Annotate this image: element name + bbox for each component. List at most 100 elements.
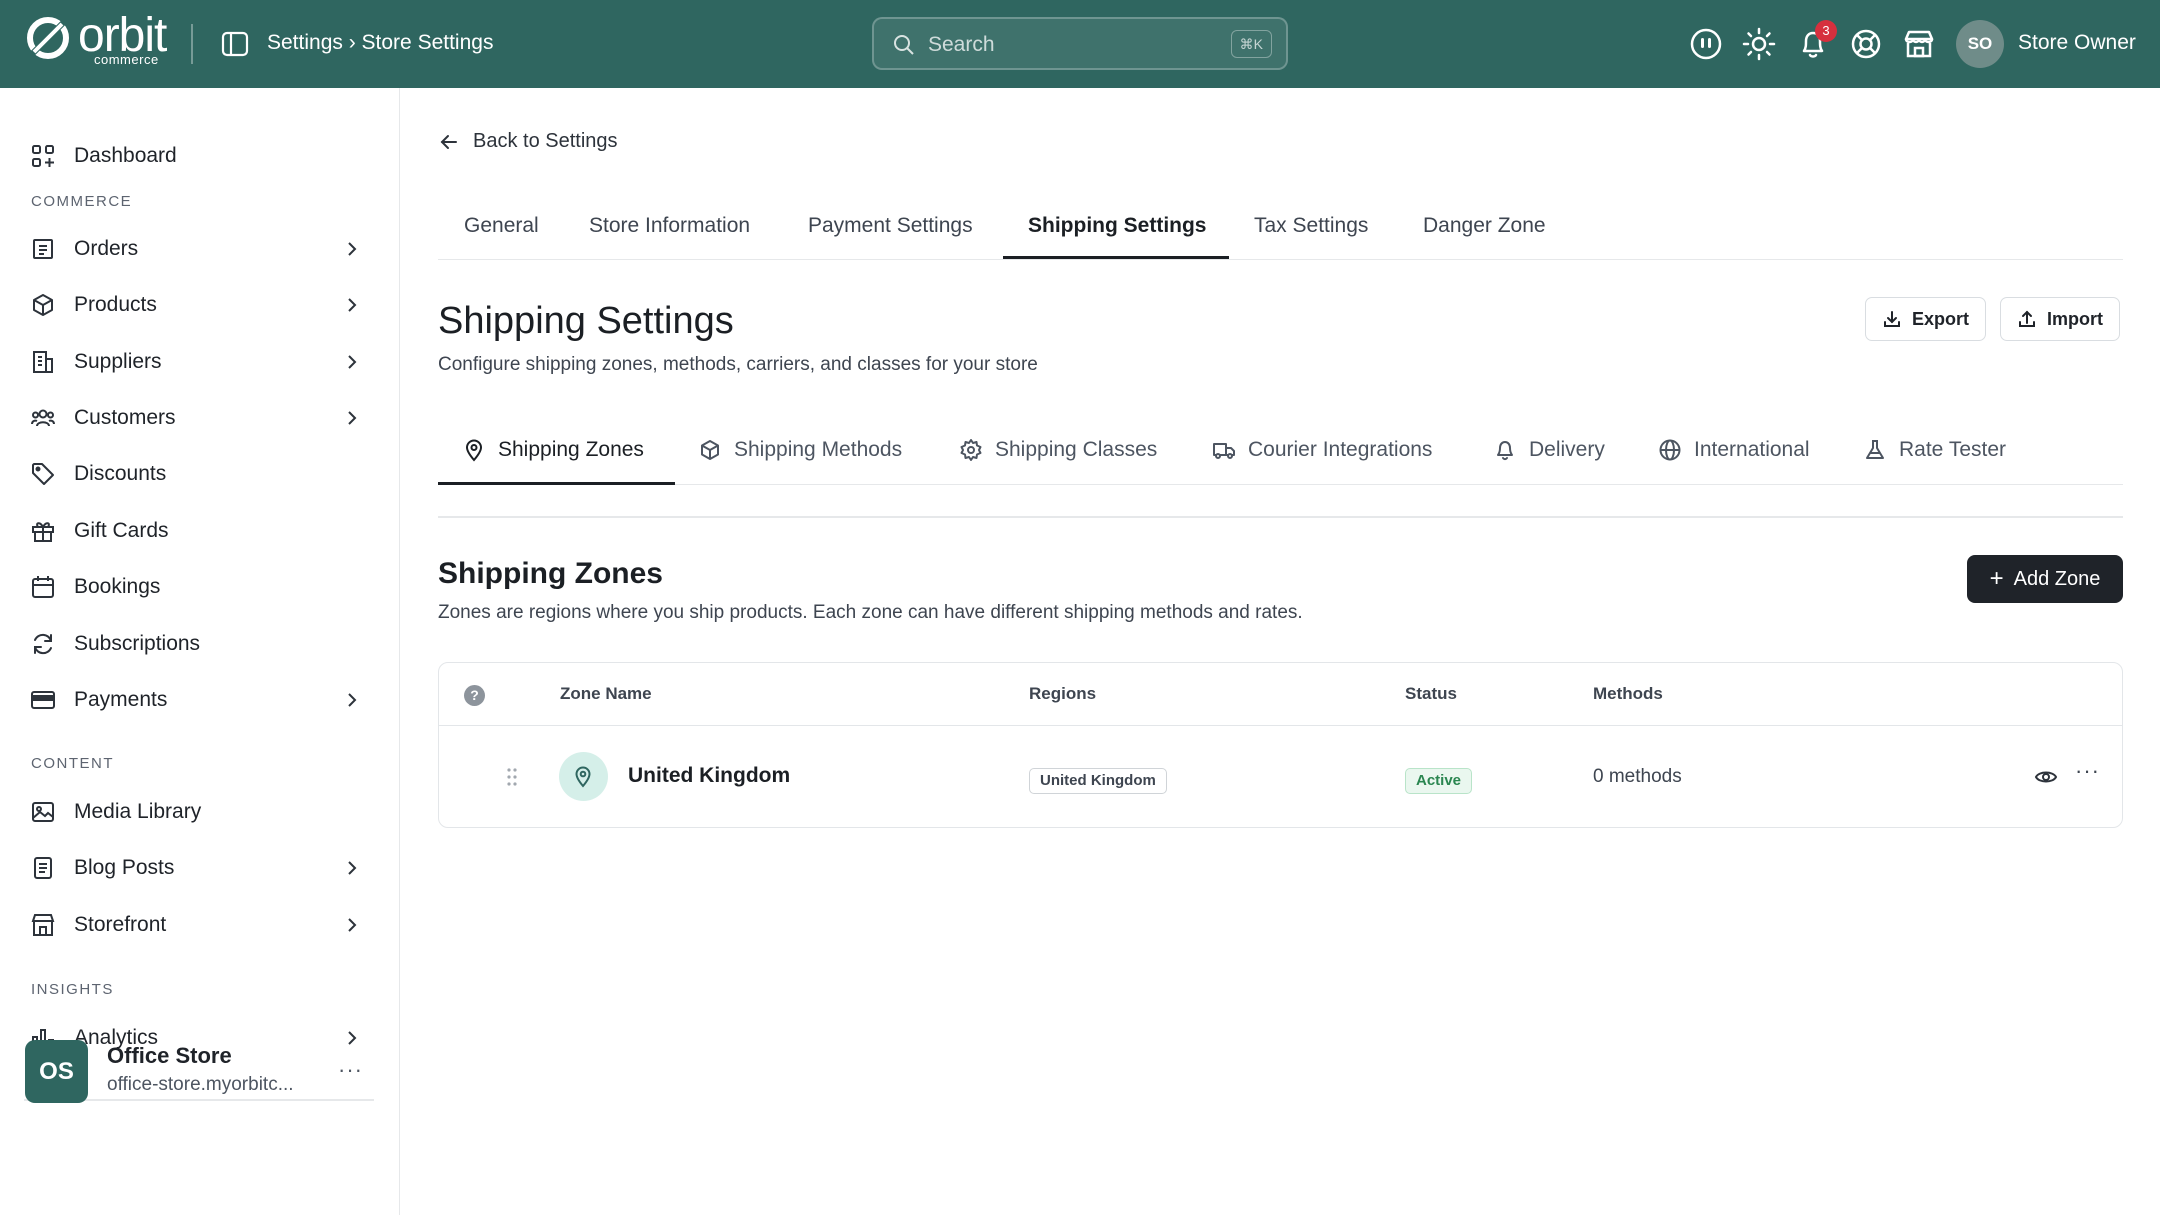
sidebar-item-discounts[interactable]: Discounts xyxy=(30,454,370,494)
sidebar-item-subscriptions[interactable]: Subscriptions xyxy=(30,624,370,664)
document-icon xyxy=(34,857,52,879)
plus-icon: + xyxy=(1989,565,2004,592)
zones-description: Zones are regions where you ship product… xyxy=(438,602,1303,623)
subtab-shipping-methods[interactable]: Shipping Methods xyxy=(698,438,902,462)
sidebar-item-label: Discounts xyxy=(74,462,167,485)
sidebar-item-blog-posts[interactable]: Blog Posts xyxy=(30,848,370,888)
zone-pin-avatar xyxy=(559,752,608,801)
search-icon xyxy=(894,35,914,55)
back-to-settings-link[interactable]: Back to Settings xyxy=(439,130,618,153)
sidebar-item-label: Blog Posts xyxy=(74,856,175,879)
sidebar-item-label: Storefront xyxy=(74,913,167,936)
storefront-icon[interactable] xyxy=(1901,26,1937,62)
sidebar-toggle-icon[interactable] xyxy=(221,30,249,58)
subtab-international[interactable]: International xyxy=(1658,438,1810,462)
subtab-courier-integrations[interactable]: Courier Integrations xyxy=(1212,438,1432,462)
storefront-icon xyxy=(31,914,55,936)
sidebar-item-label: Products xyxy=(74,293,157,316)
section-divider xyxy=(438,516,2123,518)
subtab-rate-tester[interactable]: Rate Tester xyxy=(1863,438,2006,462)
sidebar-item-suppliers[interactable]: Suppliers xyxy=(30,342,370,382)
sidebar-item-label: Orders xyxy=(74,237,139,260)
subtab-shipping-classes[interactable]: Shipping Classes xyxy=(959,438,1157,462)
shipping-subtabs: Shipping Zones Shipping Methods Shipping… xyxy=(438,420,2123,485)
package-icon xyxy=(701,440,719,460)
sidebar-item-label: Suppliers xyxy=(74,350,162,373)
store-avatar[interactable]: OS xyxy=(25,1040,88,1103)
sidebar-item-dashboard[interactable]: Dashboard xyxy=(30,136,370,176)
status-badge: Active xyxy=(1405,768,1473,794)
tab-general[interactable]: General xyxy=(464,214,539,238)
zones-table: ? Zone Name Regions Status Methods Unite… xyxy=(438,662,2123,828)
sidebar-item-customers[interactable]: Customers xyxy=(30,398,370,438)
chevron-right-icon xyxy=(348,693,357,707)
credit-card-icon xyxy=(31,691,55,709)
ai-assistant-icon[interactable] xyxy=(1688,26,1724,62)
sidebar-item-label: Payments xyxy=(74,688,168,711)
sidebar-item-storefront[interactable]: Storefront xyxy=(30,905,370,945)
top-bar: orbit commerce Settings › Store Settings… xyxy=(0,0,2160,88)
sidebar-item-media-library[interactable]: Media Library xyxy=(30,792,370,832)
settings-tabs: General Store Information Payment Settin… xyxy=(438,200,2123,260)
subtab-shipping-zones[interactable]: Shipping Zones xyxy=(462,438,644,462)
sidebar-item-label: Customers xyxy=(74,406,176,429)
user-name[interactable]: Store Owner xyxy=(2018,31,2136,55)
gear-icon xyxy=(960,439,982,461)
export-button[interactable]: Export xyxy=(1865,297,1987,341)
tab-tax-settings[interactable]: Tax Settings xyxy=(1254,214,1368,238)
truck-icon xyxy=(1213,443,1235,459)
chevron-right-icon xyxy=(348,242,357,256)
import-label: Import xyxy=(2047,308,2103,329)
tab-payment-settings[interactable]: Payment Settings xyxy=(808,214,973,238)
row-more-menu-icon[interactable]: ··· xyxy=(2075,758,2100,784)
map-pin-icon xyxy=(465,439,483,462)
sidebar-item-label: Subscriptions xyxy=(74,632,201,655)
tab-store-information[interactable]: Store Information xyxy=(589,214,750,238)
products-box-icon xyxy=(33,294,53,316)
chevron-right-icon xyxy=(348,918,357,932)
tab-danger-zone[interactable]: Danger Zone xyxy=(1423,214,1546,238)
page-subtitle: Configure shipping zones, methods, carri… xyxy=(438,354,1038,375)
drag-handle-icon[interactable] xyxy=(505,766,519,788)
add-zone-button[interactable]: + Add Zone xyxy=(1967,555,2123,603)
upload-icon xyxy=(2019,310,2035,327)
orbit-logo[interactable]: orbit commerce xyxy=(24,9,167,67)
sidebar-item-gift-cards[interactable]: Gift Cards xyxy=(30,511,370,551)
subtab-label: Shipping Zones xyxy=(498,438,644,461)
tab-shipping-settings[interactable]: Shipping Settings xyxy=(1028,214,1207,238)
subtab-delivery[interactable]: Delivery xyxy=(1493,438,1605,462)
sidebar-item-payments[interactable]: Payments xyxy=(30,680,370,720)
chevron-right-icon xyxy=(348,1031,357,1045)
table-row[interactable]: United Kingdom United Kingdom Active 0 m… xyxy=(439,726,2122,827)
page-title: Shipping Settings xyxy=(438,300,734,342)
store-more-menu-icon[interactable]: ··· xyxy=(338,1057,363,1083)
chevron-right-icon xyxy=(348,411,357,425)
user-avatar[interactable]: SO xyxy=(1956,20,2004,68)
help-question-icon[interactable]: ? xyxy=(464,685,485,706)
add-zone-label: Add Zone xyxy=(2013,567,2101,590)
import-button[interactable]: Import xyxy=(2000,297,2120,341)
section-title-content: CONTENT xyxy=(31,755,114,772)
bell-icon xyxy=(1497,441,1513,461)
view-eye-icon[interactable] xyxy=(2034,765,2058,789)
customers-users-icon xyxy=(31,409,55,427)
search-input[interactable]: Search ⌘K xyxy=(872,17,1288,70)
theme-toggle-sun-icon[interactable] xyxy=(1741,26,1777,62)
gift-icon xyxy=(32,522,54,542)
sidebar-item-label: Dashboard xyxy=(74,144,177,167)
store-name[interactable]: Office Store xyxy=(107,1043,232,1069)
discount-tag-icon xyxy=(32,463,54,485)
subtab-label: Delivery xyxy=(1529,438,1605,461)
sidebar-item-products[interactable]: Products xyxy=(30,285,370,325)
dashboard-grid-icon xyxy=(32,145,54,167)
active-tab-indicator xyxy=(1003,256,1229,259)
help-lifebuoy-icon[interactable] xyxy=(1848,26,1884,62)
region-badge: United Kingdom xyxy=(1029,768,1167,794)
column-header-zone-name: Zone Name xyxy=(560,684,652,703)
sidebar-item-bookings[interactable]: Bookings xyxy=(30,567,370,607)
subtab-label: International xyxy=(1694,438,1810,461)
orbit-logo-icon xyxy=(27,17,69,59)
sidebar-item-label: Gift Cards xyxy=(74,519,169,542)
sidebar-item-orders[interactable]: Orders xyxy=(30,229,370,269)
zone-name[interactable]: United Kingdom xyxy=(628,764,790,788)
